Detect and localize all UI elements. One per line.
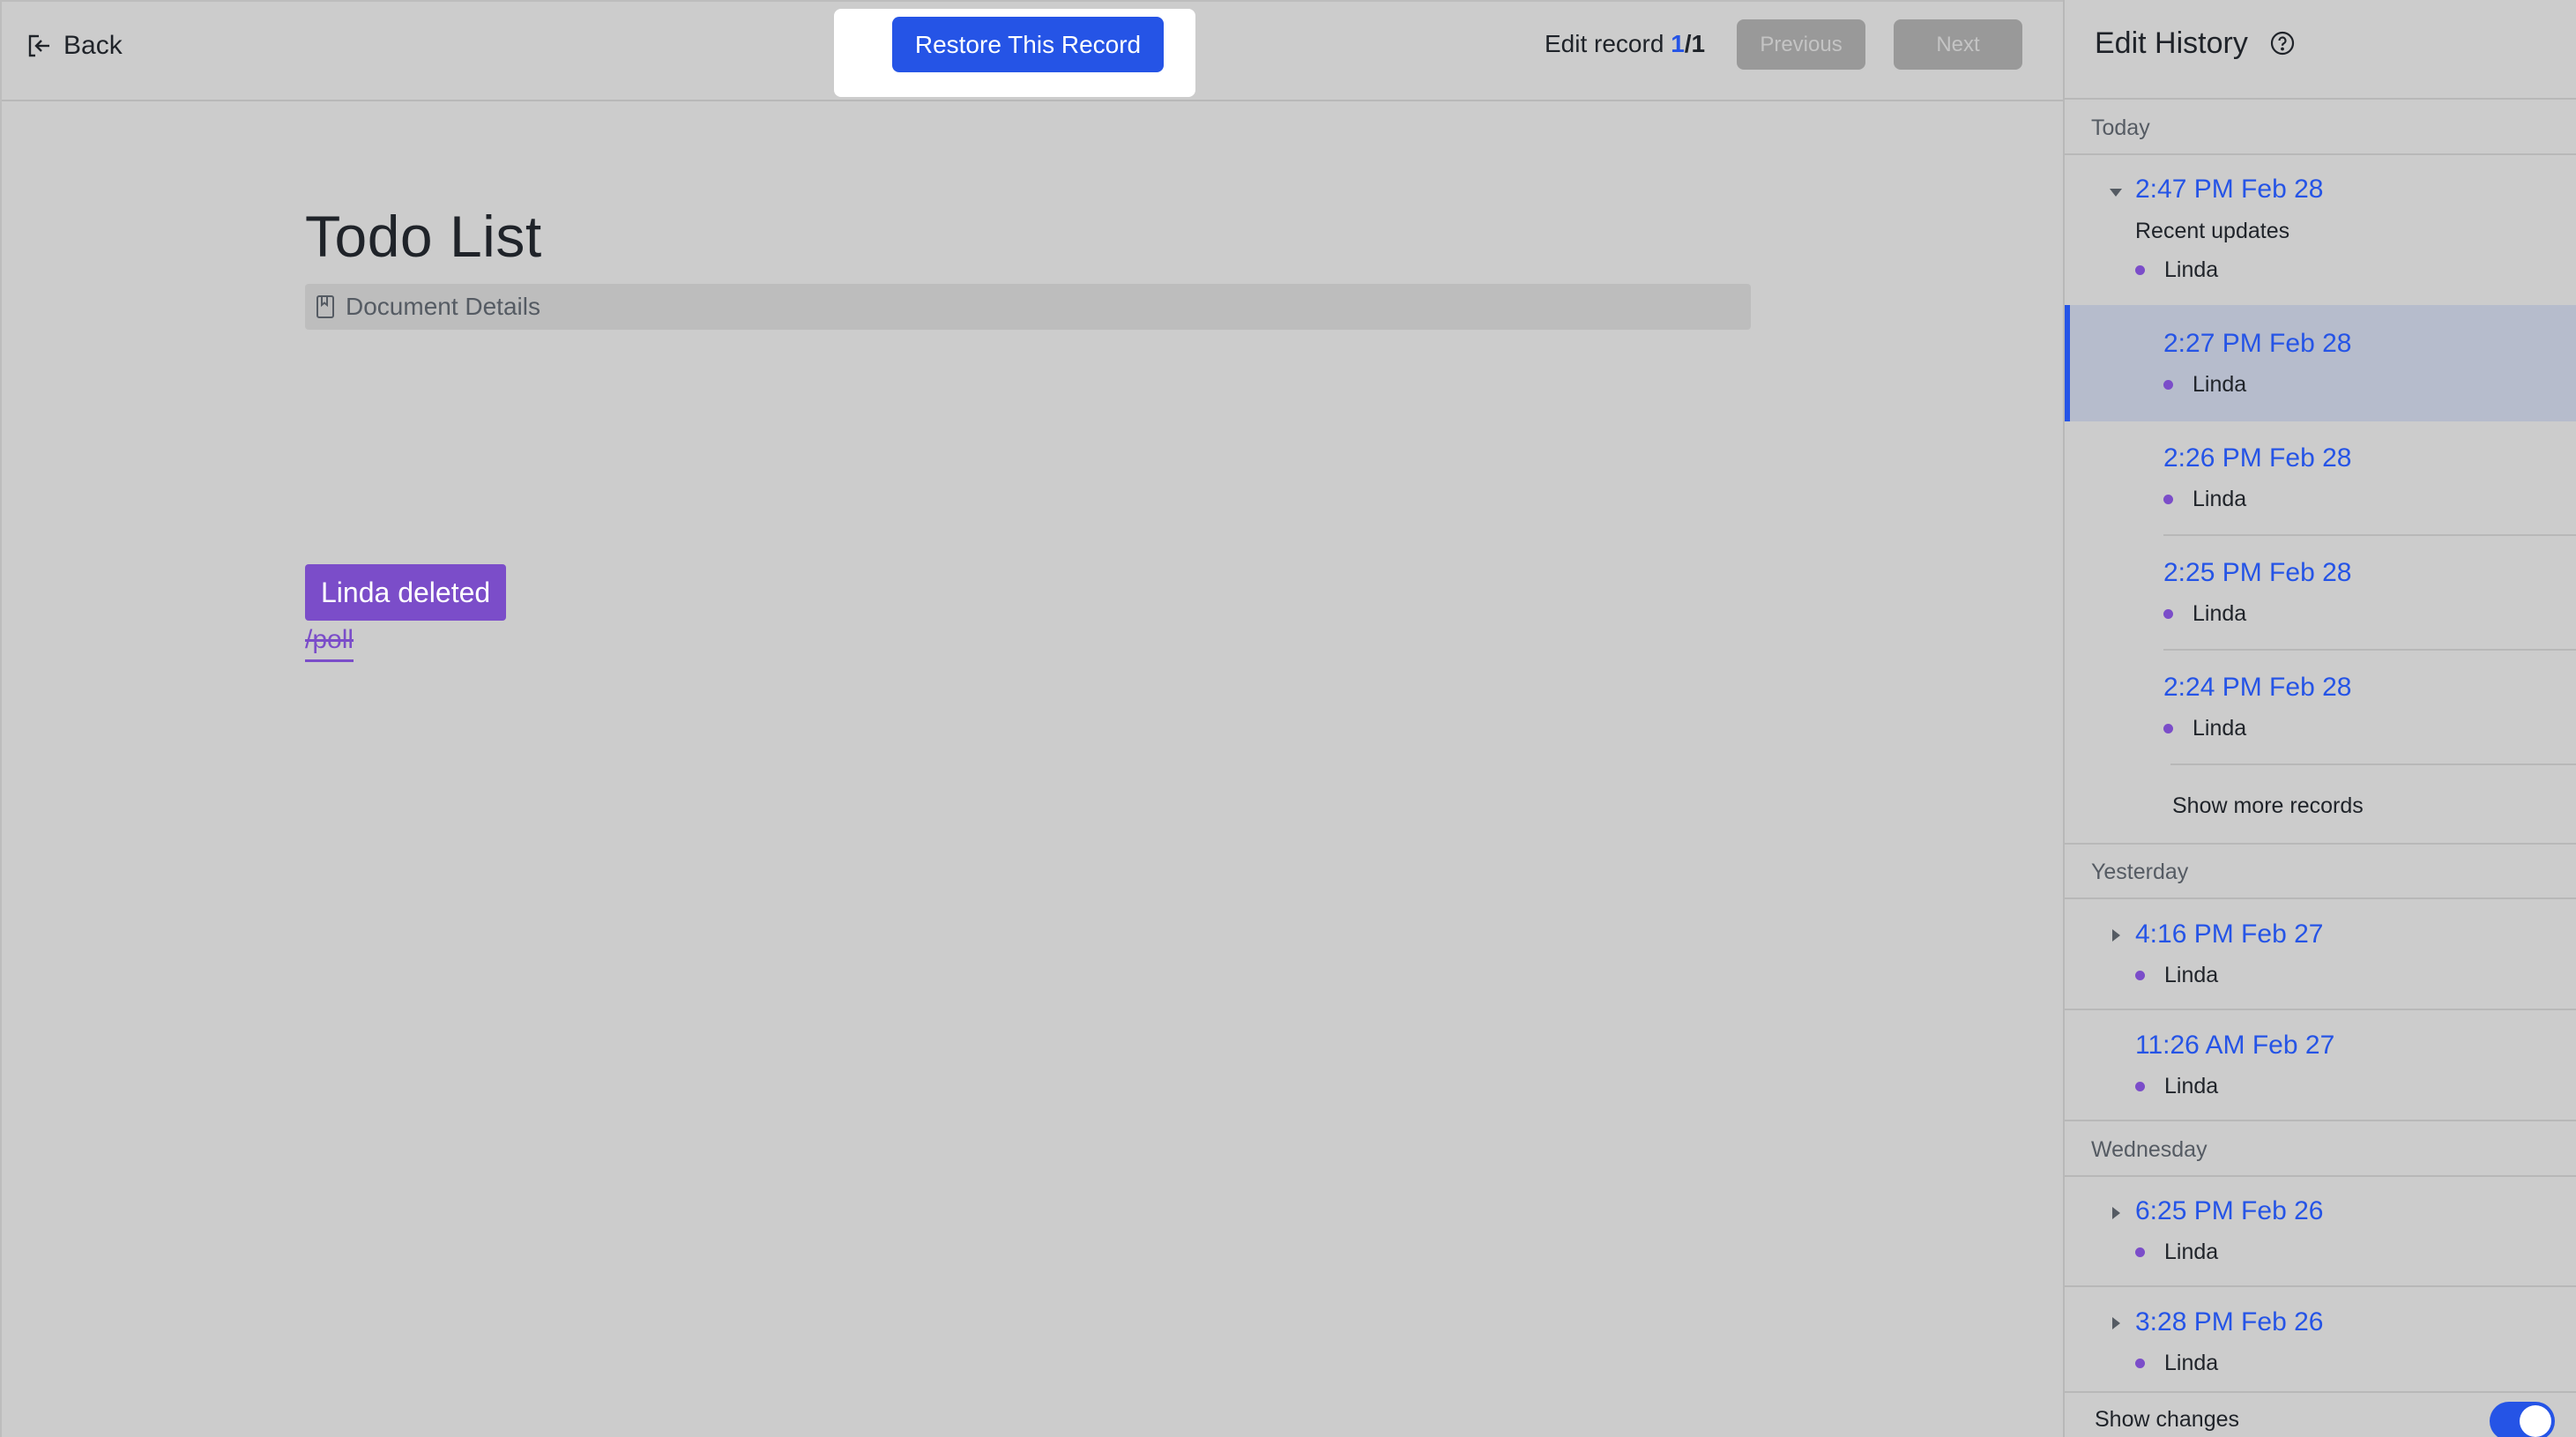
entry-user-name: Linda [2164, 1351, 2219, 1375]
show-more-records-link[interactable]: Show more records [2172, 793, 2364, 819]
deleted-content: /poll [305, 624, 354, 662]
entry-user: Linda [2135, 1240, 2218, 1265]
entry-user: Linda [2135, 257, 2218, 283]
entry-time[interactable]: 2:27 PM Feb 28 [2163, 329, 2351, 359]
toggle-knob [2520, 1405, 2551, 1437]
user-dot-icon [2135, 1082, 2145, 1091]
divider [2065, 1175, 2576, 1177]
restore-record-button[interactable]: Restore This Record [892, 17, 1164, 72]
entry-user-name: Linda [2193, 716, 2247, 741]
record-label: Edit record [1545, 30, 1664, 57]
entry-time[interactable]: 2:24 PM Feb 28 [2163, 673, 2351, 703]
group-label-yesterday: Yesterday [2091, 860, 2189, 884]
entry-user-name: Linda [2164, 1240, 2219, 1264]
restore-highlight: Restore This Record [834, 9, 1195, 97]
entry-time[interactable]: 4:16 PM Feb 27 [2135, 920, 2323, 949]
caret-right-icon[interactable] [2107, 927, 2125, 944]
divider [2065, 843, 2576, 845]
back-icon [28, 34, 49, 57]
entry-subtitle: Recent updates [2135, 219, 2290, 243]
record-total: 1 [1691, 30, 1706, 57]
divider [2065, 1009, 2576, 1010]
divider [2170, 763, 2576, 765]
record-separator: / [1684, 30, 1692, 57]
user-dot-icon [2135, 971, 2145, 980]
caret-down-icon[interactable] [2107, 183, 2125, 201]
entry-user-name: Linda [2193, 372, 2247, 397]
entry-time[interactable]: 6:25 PM Feb 26 [2135, 1196, 2323, 1226]
show-changes-row: Show changes [2065, 1391, 2576, 1437]
entry-time[interactable]: 3:28 PM Feb 26 [2135, 1307, 2323, 1337]
bookmark-icon [316, 295, 334, 318]
entry-user-name: Linda [2164, 963, 2219, 987]
entry-user-name: Linda [2193, 601, 2247, 626]
deleted-badge: Linda deleted [305, 564, 507, 621]
sidebar-title: Edit History [2095, 26, 2248, 60]
show-changes-toggle[interactable] [2490, 1402, 2555, 1437]
user-dot-icon [2135, 1247, 2145, 1257]
divider [2163, 649, 2576, 651]
sidebar-header: Edit History [2065, 0, 2576, 100]
entry-time[interactable]: 2:26 PM Feb 28 [2163, 443, 2351, 473]
user-dot-icon [2163, 380, 2173, 390]
document-details-label: Document Details [346, 293, 540, 320]
top-bar: Back Restore This Record Edit record 1/1… [2, 2, 2065, 101]
edit-history-sidebar: Edit History Today 2:47 PM Feb 28 Recent… [2063, 0, 2576, 1437]
entry-user: Linda [2163, 716, 2246, 741]
divider [2163, 534, 2576, 536]
user-dot-icon [2135, 1359, 2145, 1368]
user-dot-icon [2163, 724, 2173, 733]
entry-time[interactable]: 2:47 PM Feb 28 [2135, 175, 2323, 205]
divider [2065, 1120, 2576, 1121]
entry-user-name: Linda [2193, 487, 2247, 511]
back-button[interactable]: Back [26, 28, 123, 63]
user-dot-icon [2163, 495, 2173, 504]
divider [2065, 153, 2576, 155]
divider [2065, 1285, 2576, 1287]
record-counter: Edit record 1/1 [1545, 30, 1705, 58]
previous-button[interactable]: Previous [1737, 19, 1865, 70]
entry-user: Linda [2135, 1074, 2218, 1099]
entry-user: Linda [2163, 601, 2246, 627]
document-details[interactable]: Document Details [305, 284, 1751, 330]
entry-user: Linda [2163, 372, 2246, 398]
next-button[interactable]: Next [1894, 19, 2022, 70]
help-icon[interactable] [2269, 30, 2296, 56]
caret-right-icon[interactable] [2107, 1314, 2125, 1332]
group-label-today: Today [2091, 115, 2150, 140]
document-title: Todo List [305, 204, 542, 269]
record-current: 1 [1671, 30, 1685, 57]
main-pane: Back Restore This Record Edit record 1/1… [0, 0, 2065, 1437]
entry-user: Linda [2135, 963, 2218, 988]
entry-time[interactable]: 2:25 PM Feb 28 [2163, 558, 2351, 588]
entry-time[interactable]: 11:26 AM Feb 27 [2135, 1031, 2334, 1061]
caret-right-icon[interactable] [2107, 1204, 2125, 1222]
back-label: Back [63, 31, 123, 60]
user-dot-icon [2163, 609, 2173, 619]
entry-user-name: Linda [2164, 1074, 2219, 1098]
user-dot-icon [2135, 265, 2145, 275]
entry-user: Linda [2163, 487, 2246, 512]
selected-entry-highlight[interactable] [2065, 305, 2576, 421]
divider [2065, 897, 2576, 899]
entry-user-name: Linda [2164, 257, 2219, 282]
group-label-wednesday: Wednesday [2091, 1137, 2207, 1162]
entry-user: Linda [2135, 1351, 2218, 1376]
show-changes-label: Show changes [2095, 1407, 2240, 1432]
